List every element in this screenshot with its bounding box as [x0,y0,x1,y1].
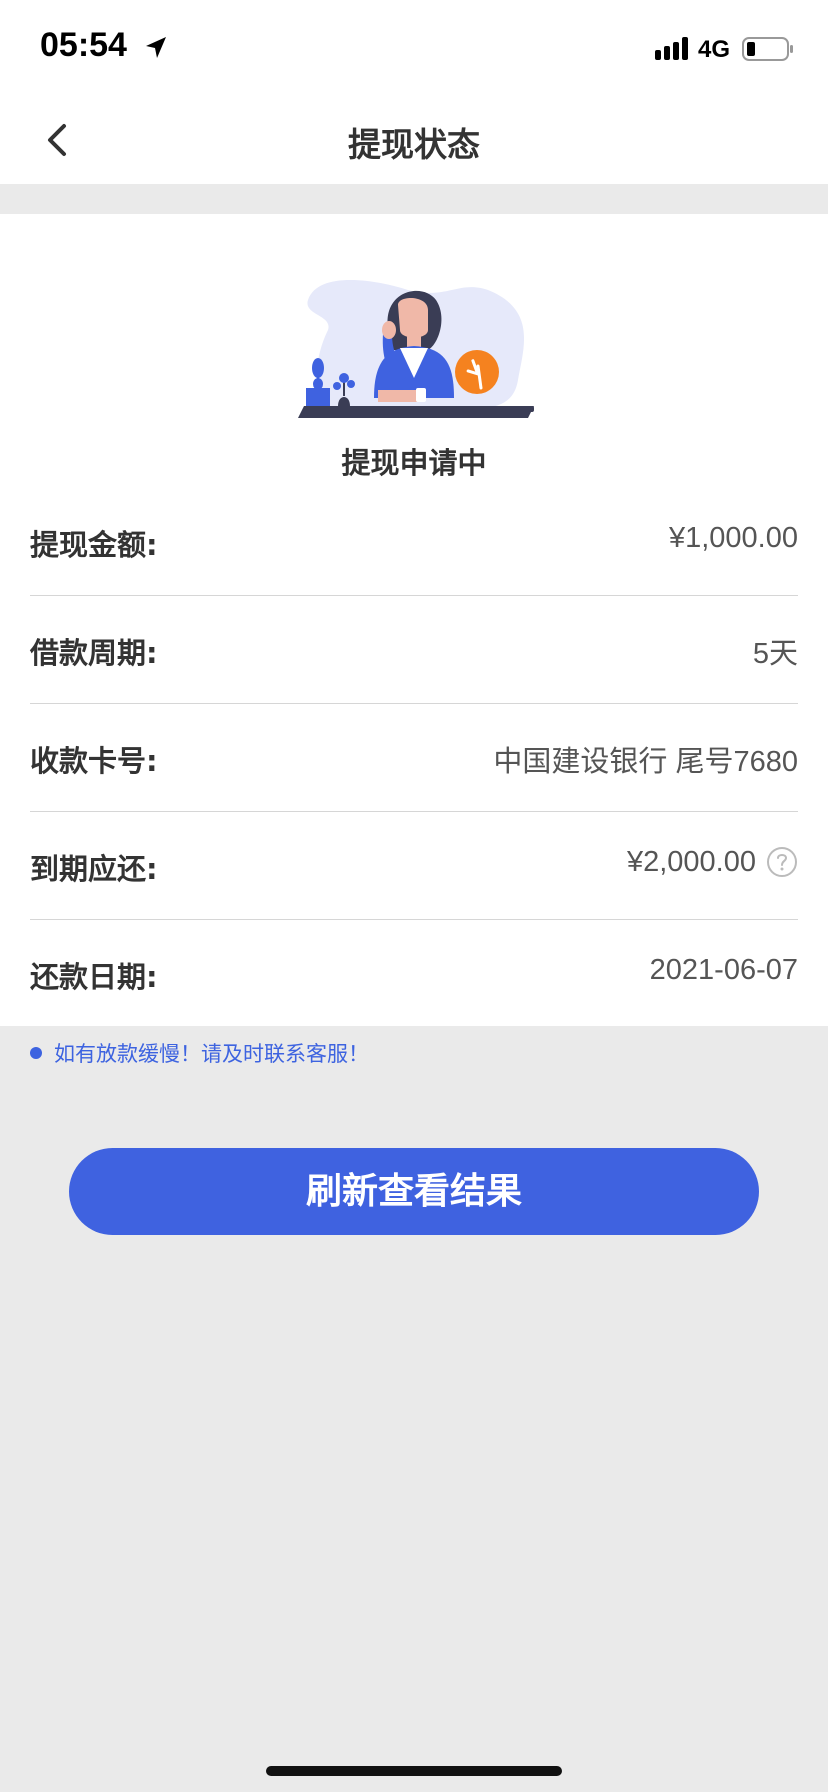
withdrawal-status-card: 提现申请中 提现金额: ¥1,000.00 借款周期: 5天 收款卡号: 中国建… [0,214,828,1026]
signal-icon [655,37,688,60]
status-time: 05:54 [40,26,127,64]
detail-row-due-amount: 到期应还: ¥2,000.00 [30,812,798,920]
detail-label: 提现金额: [30,528,158,562]
detail-row-period: 借款周期: 5天 [30,596,798,704]
page-title: 提现状态 [348,125,480,164]
notice: 如有放款缓慢！请及时联系客服！ [30,1038,369,1068]
detail-row-repay-date: 还款日期: 2021-06-07 [30,920,798,1028]
detail-value: 中国建设银行 尾号7680 [493,746,798,778]
detail-row-card: 收款卡号: 中国建设银行 尾号7680 [30,704,798,812]
detail-label: 借款周期: [30,636,158,670]
network-label: 4G [698,36,731,63]
notice-text: 如有放款缓慢！请及时联系客服！ [54,1042,369,1066]
refresh-result-button[interactable]: 刷新查看结果 [69,1148,759,1235]
nav-bar: 提现状态 [0,98,828,184]
detail-value: ¥1,000.00 [668,522,798,554]
detail-value: ¥2,000.00 [626,846,756,878]
question-circle-icon[interactable] [766,846,798,878]
detail-label: 到期应还: [30,852,158,886]
status-bar: 05:54 4G [0,0,828,98]
detail-label: 还款日期: [30,960,158,994]
location-arrow-icon [146,37,166,58]
detail-label: 收款卡号: [30,744,158,778]
detail-value: 5天 [752,638,798,670]
home-indicator[interactable] [266,1766,562,1776]
notice-dot [30,1047,42,1059]
withdrawal-status-text: 提现申请中 [341,446,487,480]
detail-row-amount: 提现金额: ¥1,000.00 [30,488,798,596]
woman-waiting-clock-illustration [298,280,534,418]
detail-value: 2021-06-07 [649,954,798,986]
battery-icon [742,37,793,61]
